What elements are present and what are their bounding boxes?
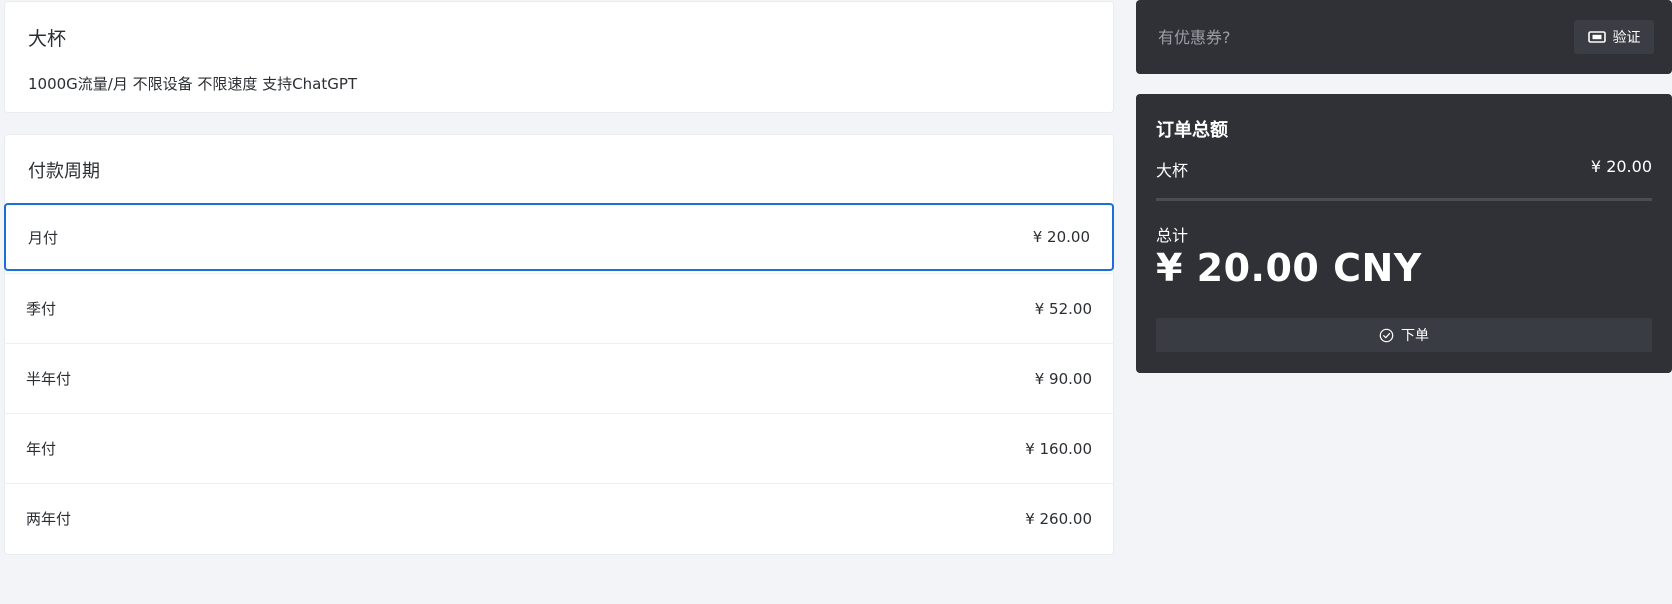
period-option-label: 年付	[26, 440, 57, 458]
period-option-price: ¥ 260.00	[1025, 509, 1092, 528]
order-total-label: 总计	[1156, 226, 1189, 245]
order-divider	[1156, 198, 1652, 201]
period-option-label: 季付	[26, 300, 57, 318]
check-circle-icon	[1379, 328, 1394, 342]
coupon-input[interactable]	[1158, 22, 1538, 52]
period-option-half-year[interactable]: 半年付 ¥ 90.00	[4, 343, 1114, 413]
period-option-monthly[interactable]: 月付 ¥ 20.00	[4, 203, 1114, 271]
verify-button-label: 验证	[1612, 30, 1641, 46]
period-option-label: 两年付	[26, 510, 72, 528]
period-option-label: 月付	[28, 228, 59, 247]
plan-title: 大杯	[28, 28, 67, 50]
period-option-price: ¥ 52.00	[1034, 299, 1092, 318]
period-option-two-year[interactable]: 两年付 ¥ 260.00	[4, 483, 1114, 553]
place-order-label: 下单	[1401, 328, 1429, 344]
period-option-price: ¥ 160.00	[1025, 439, 1092, 458]
order-total-amount: ¥ 20.00 CNY	[1156, 246, 1422, 290]
verify-coupon-button[interactable]: 验证	[1574, 20, 1654, 54]
period-option-price: ¥ 90.00	[1034, 369, 1092, 388]
order-line-price: ¥ 20.00	[1590, 157, 1652, 176]
period-option-yearly[interactable]: 年付 ¥ 160.00	[4, 413, 1114, 483]
order-summary-title: 订单总额	[1156, 120, 1228, 141]
payment-period-title: 付款周期	[28, 161, 100, 182]
plan-description: 1000G流量/月 不限设备 不限速度 支持ChatGPT	[28, 75, 358, 93]
period-option-label: 半年付	[26, 370, 72, 388]
order-line-name: 大杯	[1156, 161, 1189, 180]
payment-period-list: 月付 ¥ 20.00 季付 ¥ 52.00 半年付 ¥ 90.00 年付 ¥ 1…	[4, 203, 1114, 553]
ticket-icon	[1587, 31, 1606, 43]
place-order-button[interactable]: 下单	[1156, 318, 1652, 352]
payment-period-card: 付款周期 月付 ¥ 20.00 季付 ¥ 52.00 半年付 ¥ 90.00 年…	[4, 134, 1114, 555]
plan-card: 大杯 1000G流量/月 不限设备 不限速度 支持ChatGPT	[4, 1, 1114, 113]
period-option-quarterly[interactable]: 季付 ¥ 52.00	[4, 273, 1114, 343]
order-summary-card: 订单总额 大杯 ¥ 20.00 总计 ¥ 20.00 CNY 下单	[1136, 94, 1672, 373]
period-option-price: ¥ 20.00	[1032, 228, 1090, 246]
